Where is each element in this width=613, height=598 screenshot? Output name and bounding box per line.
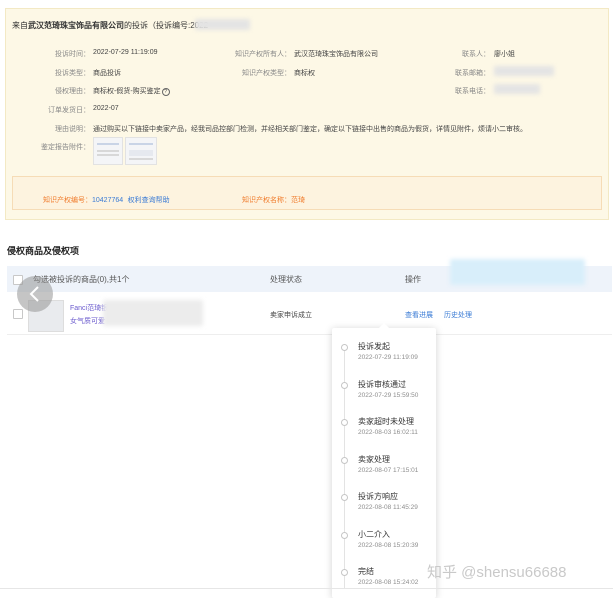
order-date-value: 2022-07 — [93, 105, 119, 112]
timeline-step-title: 小二介入 — [358, 529, 390, 539]
timeline-step-date: 2022-07-29 11:19:09 — [358, 354, 418, 361]
contact-label: 联系人： — [462, 51, 490, 58]
timeline-step-date: 2022-08-03 16:02:11 — [358, 429, 418, 436]
ip-name-value: 范琦 — [291, 197, 305, 204]
ip-name-group: 知识产权名称：范琦 — [242, 189, 305, 207]
redacted-email — [494, 66, 554, 76]
ip-number-label: 知识产权编号： — [43, 197, 92, 204]
ip-number-group: 知识产权编号：10427764 权利查询帮助 — [43, 189, 170, 207]
product-title-line2[interactable]: 女气质可爱 — [70, 316, 105, 326]
timeline-dot — [341, 419, 348, 426]
section-title: 侵权商品及侵权项 — [7, 246, 80, 256]
timeline-step-date: 2022-08-08 15:24:02 — [358, 579, 419, 586]
timeline-dot — [341, 531, 348, 539]
explain-value: 通过购买以下链接中卖家产品，经我司品控部门检测，并经相关部门鉴定，确定以下链接中… — [93, 126, 527, 133]
timeline-step-date: 2022-08-08 11:45:29 — [358, 504, 418, 511]
timeline-dot — [341, 456, 348, 464]
complaint-type-label: 投诉类型： — [55, 70, 90, 77]
complaint-time-value: 2022-07-29 11:19:09 — [93, 49, 158, 56]
ip-type-label: 知识产权类型： — [242, 70, 291, 77]
phone-label: 联系电话： — [455, 88, 490, 95]
timeline-dot — [341, 344, 348, 351]
timeline-step-title: 卖家超时未处理 — [358, 417, 414, 426]
header-prefix: 来自 — [12, 21, 28, 30]
contact-value: 廖小姐 — [494, 51, 515, 58]
reason-text: 商标权-假货-购买鉴定 — [93, 88, 161, 95]
view-progress-link[interactable]: 查看进展 — [405, 310, 433, 320]
rights-query-help-link[interactable]: 权利查询帮助 — [128, 197, 170, 204]
attachment-label: 鉴定报告附件： — [41, 144, 90, 151]
timeline-step-date: 2022-08-08 15:20:39 — [358, 541, 419, 549]
timeline-step-date: 2022-08-07 17:15:01 — [358, 466, 419, 474]
watermark: 知乎 @shensu66688 — [427, 564, 567, 581]
footer-divider — [0, 588, 613, 589]
timeline-dot — [341, 569, 348, 576]
timeline-step-title: 卖家处理 — [358, 454, 390, 464]
email-label: 联系邮箱： — [455, 70, 490, 77]
row-status: 卖家申诉成立 — [270, 312, 312, 319]
reason-label: 侵权理由： — [55, 88, 90, 95]
timeline-dot — [341, 381, 348, 389]
ip-name-label: 知识产权名称： — [242, 197, 291, 204]
timeline-step-date: 2022-07-29 15:59:50 — [358, 391, 419, 399]
timeline-step-title: 投诉审核通过 — [358, 379, 406, 389]
col-header-status: 处理状态 — [270, 275, 302, 284]
help-circle-icon[interactable]: ? — [161, 88, 170, 96]
redacted-banner — [450, 259, 585, 285]
prev-arrow-button[interactable] — [17, 276, 53, 312]
ip-owner-value: 武汉范琦珠宝饰品有限公司 — [294, 51, 378, 58]
ip-type-value: 商标权 — [294, 70, 315, 77]
ip-number-link[interactable]: 10427764 — [92, 197, 123, 204]
history-link[interactable]: 历史处理 — [444, 310, 472, 320]
complaint-type-value: 商品投诉 — [93, 70, 121, 77]
complaint-header: 来自武汉范琦珠宝饰品有限公司的投诉（投诉编号:2022 — [12, 20, 208, 31]
popup-arrow — [378, 323, 390, 329]
timeline-step-title: 完结 — [358, 567, 374, 576]
attachment-thumbnail-2[interactable] — [125, 137, 157, 165]
chevron-left-icon — [29, 286, 39, 302]
redacted-complaint-id — [195, 19, 250, 30]
timeline-step-title: 投诉发起 — [358, 342, 390, 351]
redacted-product-title — [103, 300, 203, 326]
order-date-label: 订单发货日： — [48, 107, 90, 114]
attachment-thumbnail-1[interactable] — [93, 137, 123, 165]
reason-value: 商标权-假货-购买鉴定? — [93, 86, 170, 96]
complaint-time-label: 投诉时间： — [55, 51, 90, 58]
timeline-step-title: 投诉方响应 — [358, 492, 398, 501]
timeline-dot — [341, 494, 348, 501]
ip-owner-label: 知识产权所有人： — [235, 51, 291, 58]
explain-label: 理由说明： — [55, 126, 90, 133]
redacted-phone — [494, 84, 540, 94]
complainant-company: 武汉范琦珠宝饰品有限公司 — [28, 21, 124, 30]
col-header-action: 操作 — [405, 275, 421, 284]
